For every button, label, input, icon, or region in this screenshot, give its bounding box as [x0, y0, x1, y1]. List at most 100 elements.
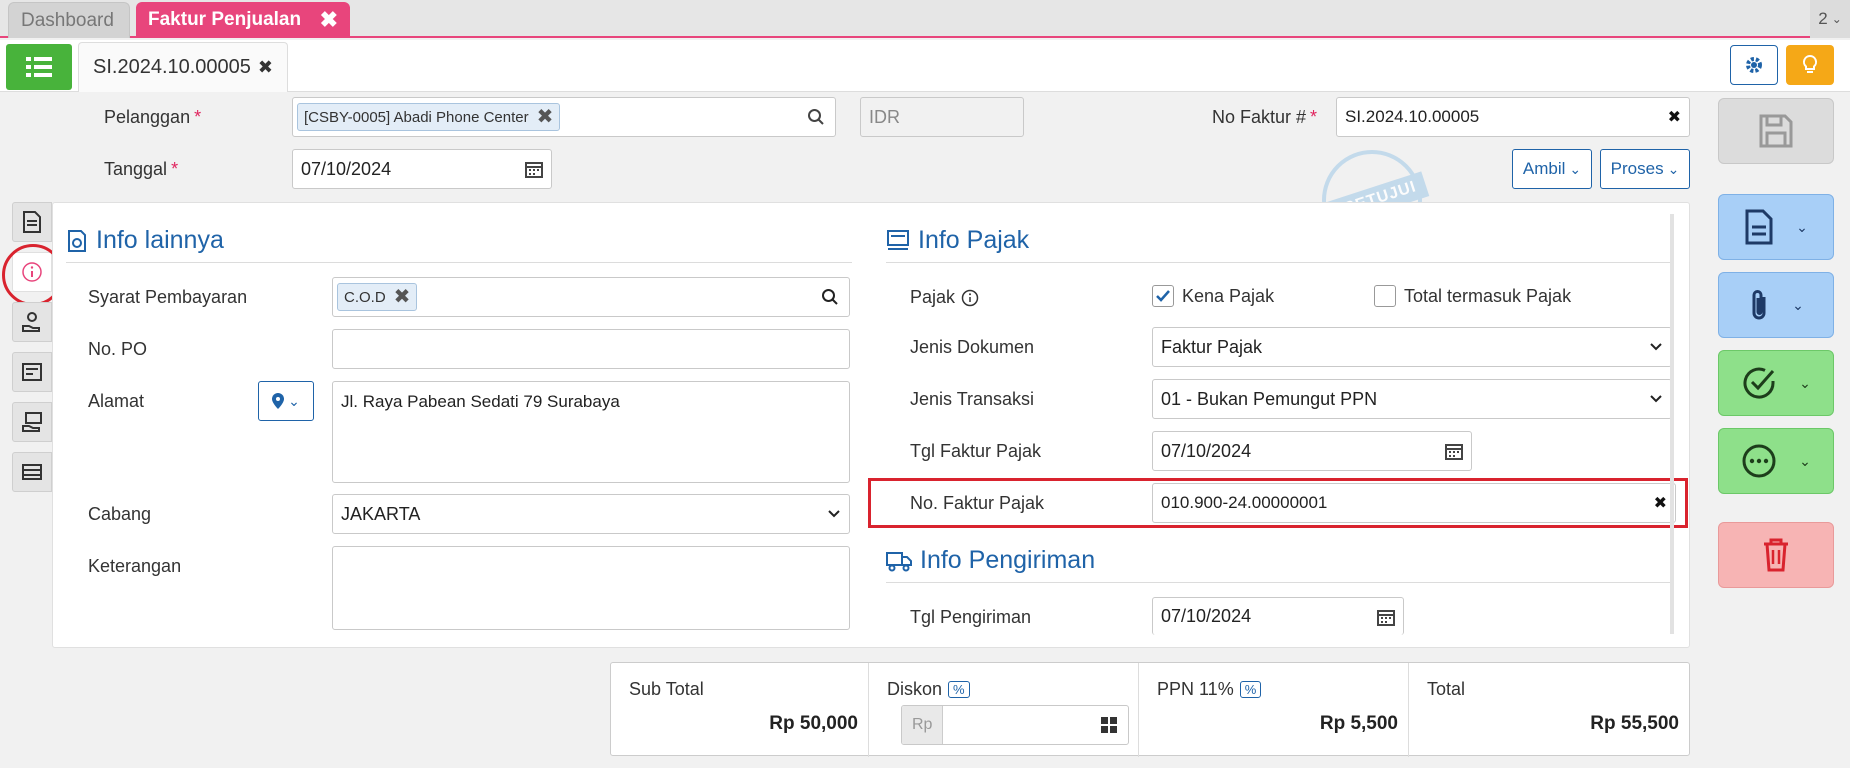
print-document-button[interactable]: ⌄	[1718, 194, 1834, 260]
clear-icon[interactable]: ✖	[1654, 493, 1667, 513]
totals-bar: Sub Total Rp 50,000 Diskon% Rp PPN 11%% …	[610, 662, 1690, 757]
gear-icon	[1746, 57, 1762, 73]
calendar-icon	[1377, 609, 1395, 626]
total-value: Rp 55,500	[1590, 713, 1679, 734]
list-icon	[26, 57, 52, 77]
diskon-prefix: Rp	[902, 706, 944, 744]
tgl-pengiriman-value: 07/10/2024	[1161, 606, 1252, 626]
search-icon	[822, 289, 838, 305]
keterangan-textarea[interactable]	[332, 546, 850, 630]
clear-icon[interactable]: ✖	[1668, 107, 1681, 127]
keterangan-label: Keterangan	[88, 556, 182, 576]
jenis-dokumen-label: Jenis Dokumen	[910, 337, 1035, 357]
chevron-down-icon: ⌄	[1799, 452, 1811, 469]
jenis-transaksi-value: 01 - Bukan Pemungut PPN	[1161, 388, 1378, 409]
search-icon	[808, 109, 824, 125]
chevron-down-icon	[1650, 343, 1662, 351]
tips-button[interactable]	[1786, 45, 1834, 85]
tgl-faktur-input[interactable]: 07/10/2024	[1152, 431, 1472, 471]
no-faktur-pajak-label: No. Faktur Pajak	[910, 493, 1045, 513]
chevron-down-icon	[828, 510, 840, 518]
kena-pajak-checkbox[interactable]: Kena Pajak	[1152, 285, 1274, 307]
diskon-label: Diskon%	[887, 679, 970, 700]
sidebar-archive-button[interactable]	[12, 452, 52, 492]
tab-count-dropdown[interactable]: 2 ⌄	[1810, 0, 1850, 38]
alamat-textarea[interactable]: Jl. Raya Pabean Sedati 79 Surabaya	[332, 381, 850, 483]
tanggal-input[interactable]: 07/10/2024	[292, 149, 552, 189]
alamat-label: Alamat	[88, 391, 145, 411]
sidebar-payment-button[interactable]	[12, 302, 52, 342]
checkbox-checked-icon[interactable]	[1152, 285, 1174, 307]
calendar-icon	[1445, 444, 1463, 460]
sidebar-shipping-button[interactable]	[12, 402, 52, 442]
location-button[interactable]: ⌄	[258, 381, 314, 421]
sidebar-detail-button[interactable]	[12, 202, 52, 242]
ppn-cell: PPN 11%% Rp 5,500	[1139, 663, 1409, 757]
remove-tag-icon[interactable]: ✖	[394, 287, 411, 307]
close-icon[interactable]: ✖	[258, 57, 273, 78]
no-faktur-input[interactable]: SI.2024.10.00005 ✖	[1336, 97, 1690, 137]
no-faktur-value: SI.2024.10.00005	[1345, 107, 1480, 126]
document-icon	[1745, 209, 1773, 245]
panel-scrollbar[interactable]	[1670, 214, 1674, 634]
ambil-button[interactable]: Ambil ⌄	[1512, 149, 1592, 189]
archive-icon	[22, 464, 42, 480]
po-label: No. PO	[88, 339, 148, 359]
settings-button[interactable]	[1730, 45, 1778, 85]
divider	[66, 262, 852, 263]
pelanggan-field[interactable]: [CSBY-0005] Abadi Phone Center ✖	[292, 97, 836, 137]
tab-dashboard[interactable]: Dashboard	[8, 2, 130, 38]
hand-card-icon	[22, 412, 42, 432]
diskon-input[interactable]: Rp	[901, 705, 1129, 745]
lightbulb-icon	[1802, 54, 1818, 73]
tanggal-value: 07/10/2024	[301, 158, 392, 179]
jenis-dokumen-select[interactable]: Faktur Pajak	[1152, 327, 1672, 367]
tab-count: 2	[1818, 9, 1828, 28]
info-icon	[961, 289, 979, 306]
ppn-percent-toggle[interactable]: %	[1239, 681, 1262, 698]
sidebar-cost-button[interactable]	[12, 352, 52, 392]
jenis-dokumen-value: Faktur Pajak	[1161, 336, 1263, 357]
checkbox-empty-icon[interactable]	[1374, 285, 1396, 307]
remove-tag-icon[interactable]: ✖	[537, 107, 554, 127]
document-tab[interactable]: SI.2024.10.00005 ✖	[78, 42, 288, 92]
info-pajak-title: Info Pajak	[886, 226, 1029, 255]
tgl-faktur-value: 07/10/2024	[1161, 440, 1252, 461]
ppn-label: PPN 11%%	[1157, 679, 1262, 700]
termasuk-pajak-checkbox[interactable]: Total termasuk Pajak	[1374, 285, 1571, 307]
diskon-cell: Diskon% Rp	[869, 663, 1139, 757]
tab-faktur-penjualan[interactable]: Faktur Penjualan ✖	[136, 2, 350, 38]
termasuk-pajak-label: Total termasuk Pajak	[1404, 285, 1572, 306]
jenis-transaksi-select[interactable]: 01 - Bukan Pemungut PPN	[1152, 379, 1672, 419]
calculator-icon	[1101, 717, 1117, 733]
more-horizontal-icon	[1742, 444, 1776, 478]
check-circle-icon	[1743, 367, 1775, 399]
paperclip-icon	[1752, 290, 1766, 320]
close-icon[interactable]: ✖	[320, 7, 338, 33]
approve-button[interactable]: ⌄	[1718, 350, 1834, 416]
ppn-value: Rp 5,500	[1319, 713, 1398, 734]
tax-invoice-icon	[887, 229, 909, 250]
attachment-button[interactable]: ⌄	[1718, 272, 1834, 338]
pajak-label: Pajak	[910, 287, 979, 308]
syarat-label: Syarat Pembayaran	[88, 287, 248, 307]
syarat-field[interactable]: C.O.D ✖	[332, 277, 850, 317]
info-pengiriman-title: Info Pengiriman	[886, 546, 1095, 575]
more-actions-button[interactable]: ⌄	[1718, 428, 1834, 494]
delete-button[interactable]	[1718, 522, 1834, 588]
po-input[interactable]	[332, 329, 850, 369]
receipt-icon	[22, 363, 42, 381]
tab-dashboard-label: Dashboard	[21, 9, 114, 31]
proses-button[interactable]: Proses ⌄	[1600, 149, 1690, 189]
trash-icon	[1764, 538, 1788, 572]
tgl-pengiriman-input[interactable]: 07/10/2024	[1152, 597, 1404, 635]
list-menu-button[interactable]	[6, 44, 72, 90]
cabang-value: JAKARTA	[341, 503, 421, 524]
cabang-select[interactable]: JAKARTA	[332, 494, 850, 534]
subtotal-cell: Sub Total Rp 50,000	[611, 663, 869, 757]
no-faktur-pajak-input[interactable]: 010.900-24.00000001 ✖	[1152, 483, 1676, 523]
total-cell: Total Rp 55,500	[1409, 663, 1689, 757]
save-button[interactable]	[1718, 98, 1834, 164]
diskon-percent-toggle[interactable]: %	[948, 681, 970, 698]
no-faktur-pajak-value: 010.900-24.00000001	[1161, 493, 1328, 512]
